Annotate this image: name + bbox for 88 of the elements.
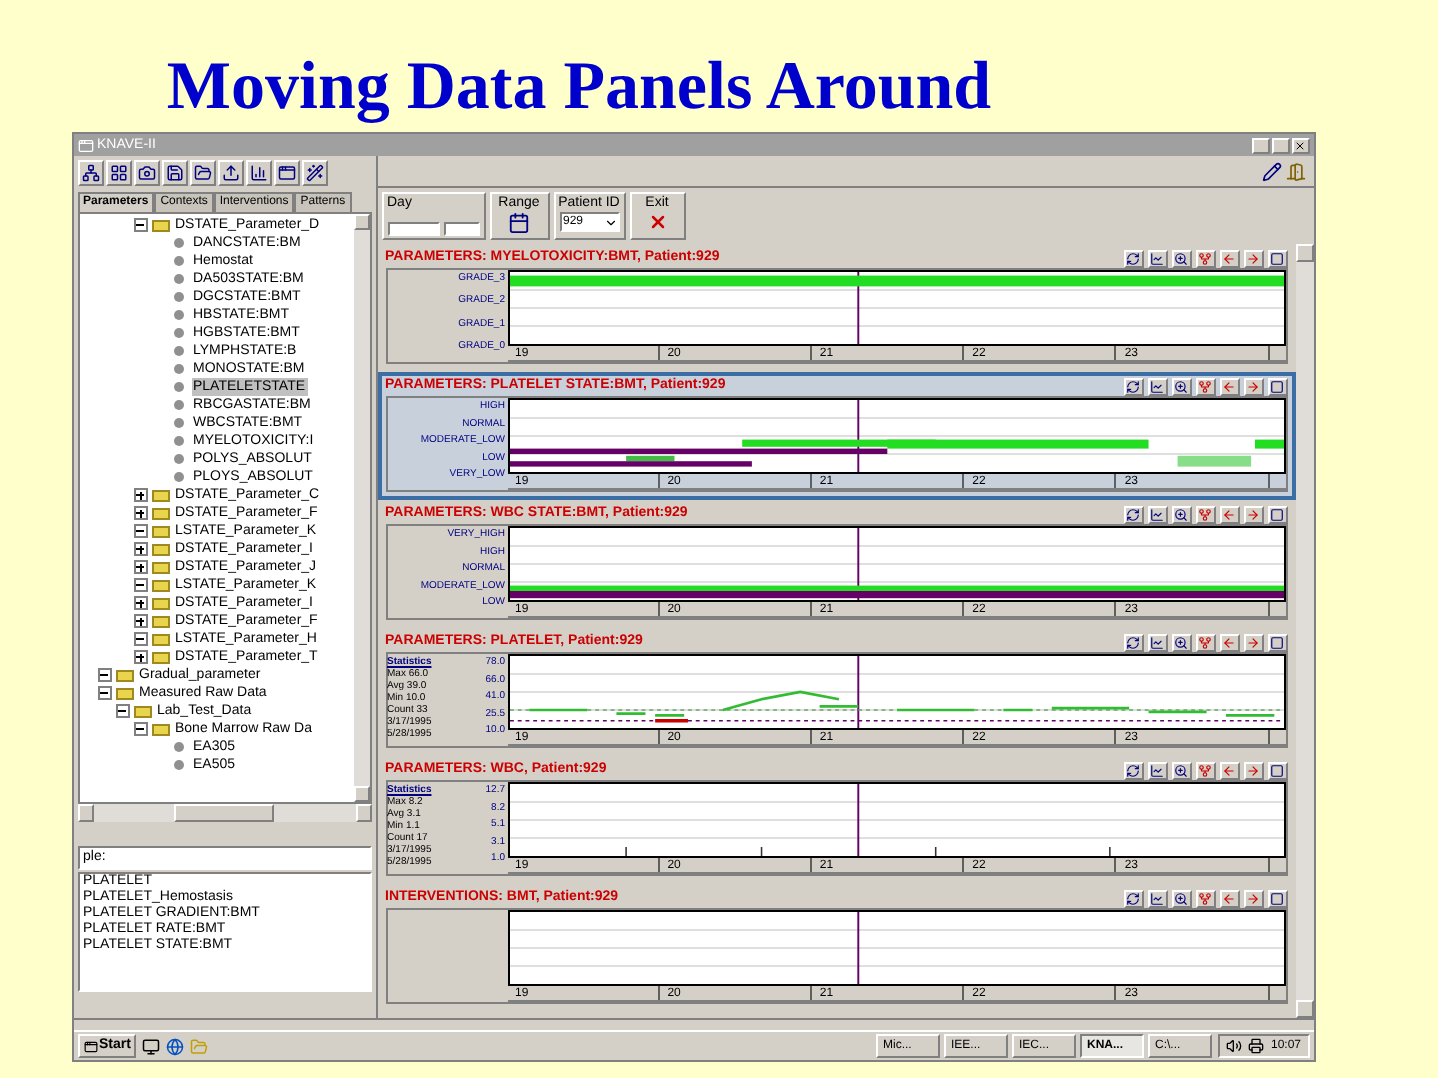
square-icon[interactable] (1267, 505, 1287, 523)
arrow-right-icon[interactable] (1243, 377, 1263, 395)
refresh-icon[interactable] (1123, 249, 1143, 267)
line-chart-icon[interactable] (1147, 633, 1167, 651)
expander-icon[interactable] (97, 668, 111, 682)
expander-icon[interactable] (133, 614, 147, 628)
tree-icon[interactable] (1195, 249, 1215, 267)
tree-icon[interactable] (1195, 633, 1215, 651)
wand-icon[interactable] (301, 159, 327, 185)
camera-icon[interactable] (133, 159, 159, 185)
folder-icon[interactable] (189, 159, 215, 185)
bar-chart-icon[interactable] (245, 159, 271, 185)
arrow-right-icon[interactable] (1243, 889, 1263, 907)
maximize-button[interactable] (1271, 137, 1289, 153)
arrow-left-icon[interactable] (1219, 505, 1239, 523)
arrow-right-icon[interactable] (1243, 249, 1263, 267)
tree-icon[interactable] (1195, 889, 1215, 907)
square-icon[interactable] (1267, 889, 1287, 907)
expander-icon[interactable] (133, 542, 147, 556)
zoom-icon[interactable] (1171, 505, 1191, 523)
tree-icon[interactable] (1195, 377, 1215, 395)
refresh-icon[interactable] (1123, 889, 1143, 907)
globe-icon (166, 1037, 185, 1055)
square-icon[interactable] (1267, 249, 1287, 267)
slide-title: Moving Data Panels Around (166, 48, 992, 128)
printer-icon (1248, 1038, 1265, 1054)
arrow-right-icon[interactable] (1243, 505, 1263, 523)
upload-icon[interactable] (217, 159, 243, 185)
expander-icon[interactable] (133, 218, 147, 232)
square-icon[interactable] (1267, 761, 1287, 779)
speaker-icon (1226, 1038, 1243, 1054)
day-field[interactable] (387, 222, 439, 236)
caret-icon (603, 215, 617, 229)
refresh-icon[interactable] (1123, 505, 1143, 523)
scrollbar[interactable] (353, 214, 369, 802)
arrow-left-icon[interactable] (1219, 249, 1239, 267)
windows-icon (83, 1039, 97, 1053)
x-icon (647, 212, 667, 232)
arrow-left-icon[interactable] (1219, 377, 1239, 395)
arrow-left-icon[interactable] (1219, 633, 1239, 651)
zoom-icon[interactable] (1171, 633, 1191, 651)
line-chart-icon[interactable] (1147, 889, 1167, 907)
arrow-left-icon[interactable] (1219, 889, 1239, 907)
grid-icon[interactable] (105, 159, 131, 185)
expander-icon[interactable] (115, 704, 129, 718)
zoom-icon[interactable] (1171, 377, 1191, 395)
refresh-icon[interactable] (1123, 633, 1143, 651)
expander-icon[interactable] (97, 686, 111, 700)
line-chart-icon[interactable] (1147, 761, 1167, 779)
zoom-icon[interactable] (1171, 889, 1191, 907)
refresh-icon[interactable] (1123, 377, 1143, 395)
expander-icon[interactable] (133, 524, 147, 538)
expander-icon[interactable] (133, 560, 147, 574)
arrow-right-icon[interactable] (1243, 633, 1263, 651)
desktop-icon (142, 1037, 161, 1055)
zoom-icon[interactable] (1171, 761, 1191, 779)
square-icon[interactable] (1267, 633, 1287, 651)
tree-icon[interactable] (1195, 761, 1215, 779)
pencil-icon (1261, 161, 1281, 181)
refresh-icon[interactable] (1123, 761, 1143, 779)
line-chart-icon[interactable] (1147, 505, 1167, 523)
zoom-icon[interactable] (1171, 249, 1191, 267)
close-icon (1294, 139, 1306, 151)
arrow-left-icon[interactable] (1219, 761, 1239, 779)
day-field[interactable] (443, 222, 479, 236)
expander-icon[interactable] (133, 506, 147, 520)
calendar-icon[interactable] (508, 212, 530, 234)
save-icon[interactable] (161, 159, 187, 185)
expander-icon[interactable] (133, 722, 147, 736)
expander-icon[interactable] (133, 650, 147, 664)
expander-icon[interactable] (133, 632, 147, 646)
arrow-right-icon[interactable] (1243, 761, 1263, 779)
expander-icon[interactable] (133, 596, 147, 610)
tree-icon[interactable] (1195, 505, 1215, 523)
line-chart-icon[interactable] (1147, 249, 1167, 267)
window-icon[interactable] (273, 159, 299, 185)
app-icon (77, 137, 93, 153)
minimize-button[interactable] (1251, 137, 1269, 153)
close-button[interactable] (1291, 137, 1309, 153)
scrollbar[interactable] (77, 804, 371, 822)
line-chart-icon[interactable] (1147, 377, 1167, 395)
expander-icon[interactable] (133, 488, 147, 502)
door-icon (1285, 161, 1305, 181)
folder-icon (151, 219, 169, 231)
square-icon[interactable] (1267, 377, 1287, 395)
hierarchy-icon[interactable] (77, 159, 103, 185)
folder-icon (190, 1037, 209, 1055)
expander-icon[interactable] (133, 578, 147, 592)
